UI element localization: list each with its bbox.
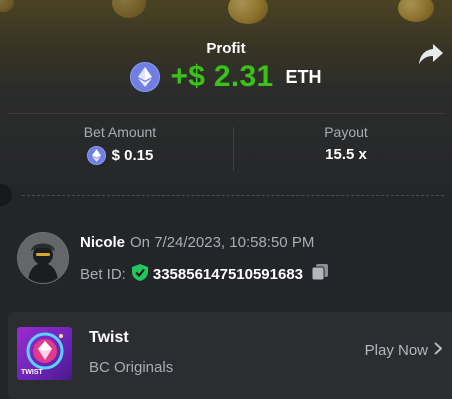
bet-amount-stat: Bet Amount $ 0.15 [60, 124, 180, 165]
payout-value: 15.5 x [325, 146, 367, 163]
bet-timestamp: On 7/24/2023, 10:58:50 PM [130, 234, 315, 251]
game-provider: BC Originals [89, 359, 174, 376]
chevron-right-icon [434, 342, 443, 359]
coin-decoration [398, 0, 434, 22]
avatar[interactable] [17, 232, 69, 284]
bet-id-line: Bet ID: 335856147510591683 [80, 263, 329, 285]
copy-icon[interactable] [311, 263, 329, 285]
share-icon[interactable] [418, 42, 444, 66]
user-name[interactable]: Nicole [80, 234, 125, 251]
profit-value: +$ 2.31 [170, 60, 274, 93]
dashed-divider [22, 195, 444, 196]
game-card[interactable]: TWIST Twist BC Originals Play Now [8, 312, 452, 399]
ticket-notch [0, 184, 12, 206]
bet-amount-value: $ 0.15 [111, 147, 154, 164]
profit-amount-row: +$ 2.31 ETH [0, 60, 452, 94]
play-now-button[interactable]: Play Now [364, 342, 443, 359]
bet-amount-label: Bet Amount [83, 124, 157, 140]
coin-decoration [228, 0, 268, 24]
play-now-label: Play Now [364, 342, 428, 359]
eth-icon [86, 146, 106, 165]
eth-icon [130, 62, 161, 92]
game-name[interactable]: Twist [89, 329, 129, 347]
payout-stat: Payout 15.5 x [286, 124, 406, 163]
payout-label: Payout [324, 124, 368, 140]
coin-decoration [112, 0, 146, 18]
bet-id-value: 335856147510591683 [152, 265, 304, 283]
game-thumbnail[interactable]: TWIST [17, 327, 72, 380]
bet-amount-value-row: $ 0.15 [60, 146, 180, 165]
profit-currency: ETH [285, 66, 322, 87]
profit-title: Profit [206, 40, 246, 57]
shield-check-icon [131, 263, 148, 285]
user-line: Nicole On 7/24/2023, 10:58:50 PM [80, 234, 314, 251]
stat-divider [233, 127, 234, 171]
bet-id-label: Bet ID: [80, 265, 126, 283]
coin-decoration [0, 0, 14, 12]
divider [8, 113, 444, 114]
game-thumb-label: TWIST [21, 369, 43, 376]
